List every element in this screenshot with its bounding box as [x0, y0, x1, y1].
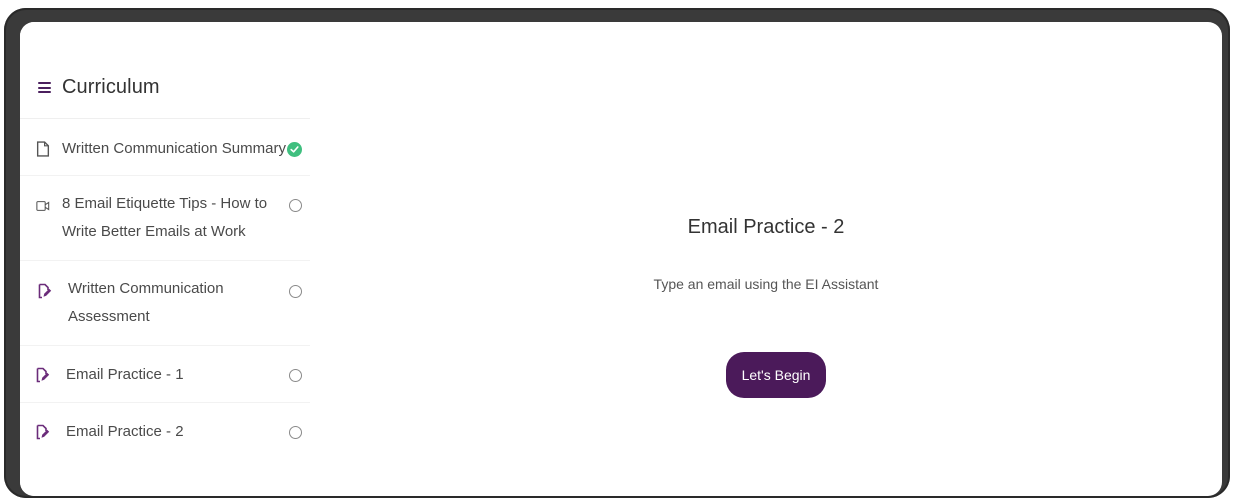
- sidebar-item-label-line2: Write Better Emails at Work: [62, 223, 246, 240]
- incomplete-circle-icon: [289, 426, 302, 439]
- page-title: Email Practice - 2: [687, 216, 845, 238]
- edit-document-icon: [38, 283, 52, 299]
- sidebar-title: Curriculum: [62, 76, 160, 98]
- sidebar-item-label-line1: Written Communication: [68, 280, 224, 297]
- edit-document-icon: [36, 424, 50, 440]
- device-frame: Curriculum Written Communication Summary: [4, 8, 1230, 498]
- curriculum-sidebar: Curriculum Written Communication Summary: [20, 22, 310, 496]
- document-icon: [36, 141, 50, 157]
- video-icon: [36, 201, 50, 211]
- incomplete-circle-icon: [289, 369, 302, 382]
- incomplete-circle-icon: [289, 199, 302, 212]
- sidebar-item-email-practice-2[interactable]: Email Practice - 2: [20, 403, 310, 459]
- sidebar-item-email-practice-1[interactable]: Email Practice - 1: [20, 346, 310, 403]
- sidebar-item-label: Written Communication Summary: [62, 140, 286, 157]
- edit-document-icon: [36, 367, 50, 383]
- sidebar-item-label-line1: 8 Email Etiquette Tips - How to: [62, 195, 268, 212]
- sidebar-item-email-etiquette-video[interactable]: 8 Email Etiquette Tips - How to Write Be…: [20, 176, 310, 261]
- main-content: Email Practice - 2 Type an email using t…: [310, 22, 1222, 496]
- sidebar-item-label: Email Practice - 1: [66, 366, 184, 383]
- lets-begin-button[interactable]: Let's Begin: [726, 352, 826, 398]
- hamburger-menu-icon[interactable]: [38, 82, 51, 93]
- completed-check-icon: [287, 142, 302, 157]
- sidebar-item-written-communication-summary[interactable]: Written Communication Summary: [20, 119, 310, 176]
- sidebar-item-label: Email Practice - 2: [66, 423, 184, 440]
- page-subtitle: Type an email using the EI Assistant: [653, 276, 879, 292]
- app-screen: Curriculum Written Communication Summary: [20, 22, 1222, 496]
- sidebar-item-label-line2: Assessment: [68, 308, 150, 325]
- sidebar-item-written-communication-assessment[interactable]: Written Communication Assessment: [20, 261, 310, 346]
- incomplete-circle-icon: [289, 285, 302, 298]
- sidebar-header: Curriculum: [20, 22, 310, 119]
